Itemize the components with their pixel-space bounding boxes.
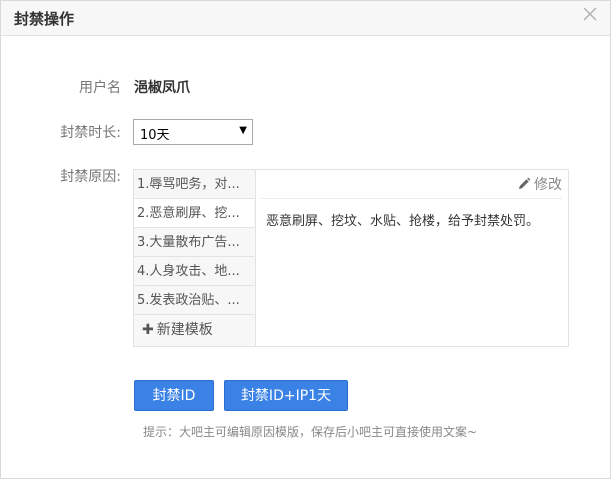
close-x-glyph xyxy=(583,7,597,21)
pencil-icon xyxy=(519,177,531,189)
username-value: 浥椒凤爪 xyxy=(134,80,190,96)
edit-label: 修改 xyxy=(534,177,562,193)
reason-panel: 1.辱骂吧务，对... 2.恶意刷屏、挖... 3.大量散布广告... 4.人身… xyxy=(133,169,569,347)
plus-icon: ✚ xyxy=(142,322,154,338)
template-item-1[interactable]: 1.辱骂吧务，对... xyxy=(134,170,254,199)
template-list: 1.辱骂吧务，对... 2.恶意刷屏、挖... 3.大量散布广告... 4.人身… xyxy=(134,170,256,346)
duration-label: 封禁时长: xyxy=(60,125,121,141)
new-template-button[interactable]: ✚ 新建模板 xyxy=(134,315,255,345)
divider xyxy=(261,198,562,199)
ban-dialog: 封禁操作 用户名 浥椒凤爪 封禁时长: 10天 ▼ 封禁原因: 1.辱骂吧务，对… xyxy=(0,0,611,479)
duration-selected-value: 10天 xyxy=(140,128,170,143)
template-item-3[interactable]: 3.大量散布广告... xyxy=(134,228,254,257)
edit-button[interactable]: 修改 xyxy=(517,174,562,194)
template-item-2[interactable]: 2.恶意刷屏、挖... xyxy=(134,199,254,228)
ban-id-ip-button[interactable]: 封禁ID+IP1天 xyxy=(224,380,348,411)
reason-label: 封禁原因: xyxy=(60,169,121,185)
reason-text: 恶意刷屏、挖坟、水贴、抢楼，给予封禁处罚。 xyxy=(266,214,540,229)
username-label: 用户名 xyxy=(79,80,121,96)
ban-id-button[interactable]: 封禁ID xyxy=(134,380,214,411)
hint-text: 提示：大吧主可编辑原因模版，保存后小吧主可直接使用文案~ xyxy=(143,425,478,439)
caret-down-icon: ▼ xyxy=(239,125,247,136)
dialog-title: 封禁操作 xyxy=(14,10,75,28)
template-item-5[interactable]: 5.发表政治贴、... xyxy=(134,286,254,315)
close-icon[interactable] xyxy=(580,5,600,27)
new-template-label: 新建模板 xyxy=(156,322,213,338)
template-item-4[interactable]: 4.人身攻击、地... xyxy=(134,257,254,286)
dialog-header: 封禁操作 xyxy=(1,1,610,36)
duration-select[interactable]: 10天 ▼ xyxy=(133,119,253,145)
